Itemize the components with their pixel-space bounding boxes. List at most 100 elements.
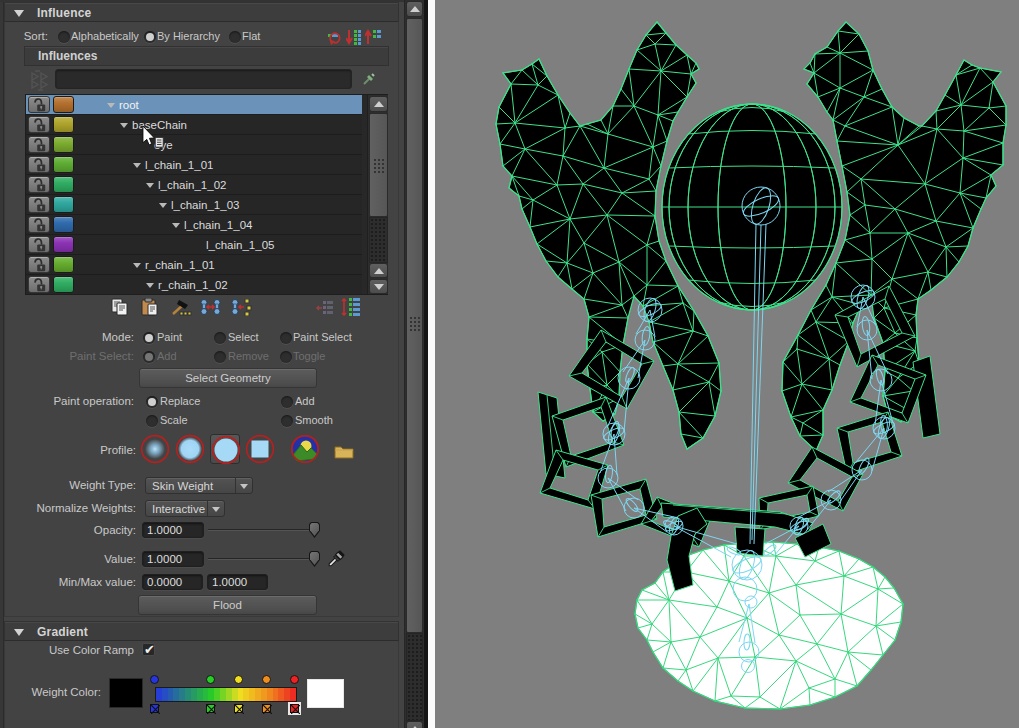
influence-lock-button[interactable] bbox=[28, 96, 50, 113]
browse-brush-folder-icon[interactable] bbox=[334, 443, 354, 459]
mode-radio-1[interactable] bbox=[214, 332, 226, 344]
mode-radio-0[interactable] bbox=[143, 332, 155, 344]
influence-lock-button[interactable] bbox=[28, 156, 50, 173]
panel-scroll-bottom-button[interactable] bbox=[406, 721, 423, 728]
influence-color-swatch[interactable] bbox=[53, 136, 74, 153]
ramp-stop-delete-1[interactable] bbox=[206, 704, 215, 713]
influence-row-r_chain_1_01[interactable]: r_chain_1_01 bbox=[26, 255, 362, 275]
sort-radio-2[interactable] bbox=[229, 31, 241, 43]
panel-scroll-up-button[interactable] bbox=[406, 1, 423, 17]
selected-ramp-color-swatch[interactable] bbox=[307, 679, 344, 708]
expand-arrow-icon[interactable] bbox=[172, 223, 180, 228]
paste-weights-icon[interactable] bbox=[141, 298, 158, 316]
color-ramp-bar[interactable] bbox=[155, 687, 297, 702]
ramp-stop-delete-3[interactable] bbox=[262, 704, 271, 713]
ramp-stop-delete-2[interactable] bbox=[234, 704, 243, 713]
panel-scroll-thumb[interactable] bbox=[406, 18, 423, 633]
opacity-field[interactable] bbox=[142, 522, 204, 538]
influence-section-header[interactable]: Influence bbox=[4, 2, 399, 22]
influence-filter-icon[interactable] bbox=[30, 69, 48, 91]
influence-lock-button[interactable] bbox=[28, 216, 50, 233]
value-slider[interactable] bbox=[208, 551, 320, 567]
influence-lock-button[interactable] bbox=[28, 136, 50, 153]
brush-soft-button[interactable] bbox=[175, 434, 205, 464]
influence-row-l_chain_1_04[interactable]: l_chain_1_04 bbox=[26, 215, 362, 235]
brush-solid-button[interactable] bbox=[210, 434, 240, 464]
ramp-stop-delete-4[interactable] bbox=[290, 704, 299, 713]
influence-row-l_chain_1_01[interactable]: l_chain_1_01 bbox=[26, 155, 362, 175]
sort-influences-down-icon[interactable] bbox=[346, 29, 361, 45]
brush-gaussian-button[interactable] bbox=[140, 434, 170, 464]
list-scroll-down-button[interactable] bbox=[369, 279, 388, 294]
pop-radio-1[interactable] bbox=[281, 396, 293, 408]
move-weights-icon[interactable] bbox=[200, 299, 221, 315]
expand-arrow-icon[interactable] bbox=[107, 103, 115, 108]
influence-list[interactable]: rootbaseChaineyel_chain_1_01l_chain_1_02… bbox=[25, 94, 388, 295]
expand-arrow-icon[interactable] bbox=[133, 263, 141, 268]
influence-lock-button[interactable] bbox=[28, 116, 50, 133]
influence-row-l_chain_1_05[interactable]: l_chain_1_05 bbox=[26, 235, 362, 255]
eyedropper-icon[interactable] bbox=[328, 549, 346, 567]
influence-filter-input[interactable] bbox=[55, 69, 352, 89]
influence-row-baseChain[interactable]: baseChain bbox=[26, 115, 362, 135]
panel-scroll-track[interactable] bbox=[406, 633, 423, 721]
expand-influence-list-icon[interactable] bbox=[341, 298, 360, 316]
max-value-field[interactable] bbox=[207, 574, 268, 590]
ramp-stop-handle-1[interactable] bbox=[206, 675, 215, 684]
influence-color-swatch[interactable] bbox=[53, 96, 74, 113]
swap-weights-icon[interactable] bbox=[230, 299, 252, 316]
pop-radio-2[interactable] bbox=[146, 415, 158, 427]
ramp-stop-handle-4[interactable] bbox=[290, 675, 299, 684]
list-scroll-up-button-2[interactable] bbox=[369, 263, 388, 278]
flood-button[interactable]: Flood bbox=[138, 595, 317, 615]
value-field[interactable] bbox=[142, 551, 204, 567]
influence-lock-button[interactable] bbox=[28, 236, 50, 253]
influence-color-swatch[interactable] bbox=[53, 116, 74, 133]
expand-arrow-icon[interactable] bbox=[133, 163, 141, 168]
expand-arrow-icon[interactable] bbox=[146, 183, 154, 188]
psel-radio-1[interactable] bbox=[214, 351, 226, 363]
influence-row-r_chain_1_02[interactable]: r_chain_1_02 bbox=[26, 275, 362, 295]
weight-type-dropdown[interactable]: Skin Weight bbox=[145, 477, 253, 494]
refresh-influence-list-icon[interactable] bbox=[328, 29, 342, 45]
ramp-stop-delete-0[interactable] bbox=[150, 704, 159, 713]
ramp-stop-handle-3[interactable] bbox=[262, 675, 271, 684]
ramp-stop-handle-0[interactable] bbox=[150, 675, 159, 684]
viewport-3d-panel[interactable] bbox=[435, 0, 1019, 728]
current-weight-color-swatch[interactable] bbox=[109, 678, 143, 708]
list-scroll-track[interactable] bbox=[369, 217, 388, 263]
list-scroll-thumb[interactable] bbox=[369, 113, 388, 217]
expand-arrow-icon[interactable] bbox=[146, 283, 154, 288]
prune-influences-icon[interactable] bbox=[316, 301, 334, 314]
use-color-ramp-checkbox[interactable]: ✔ bbox=[142, 643, 155, 656]
influence-lock-button[interactable] bbox=[28, 196, 50, 213]
expand-arrow-icon[interactable] bbox=[159, 203, 167, 208]
opacity-slider-handle[interactable] bbox=[309, 522, 320, 538]
normalize-weights-dropdown[interactable]: Interactive bbox=[145, 500, 225, 517]
gradient-section-header[interactable]: Gradient bbox=[4, 621, 399, 641]
ramp-stop-handle-2[interactable] bbox=[234, 675, 243, 684]
sort-influences-up-icon[interactable] bbox=[365, 29, 381, 45]
min-value-field[interactable] bbox=[142, 574, 203, 590]
influence-row-root[interactable]: root bbox=[26, 95, 362, 115]
influence-color-swatch[interactable] bbox=[53, 276, 74, 293]
mode-radio-2[interactable] bbox=[280, 332, 292, 344]
pop-radio-3[interactable] bbox=[281, 415, 293, 427]
influence-lock-button[interactable] bbox=[28, 176, 50, 193]
hammer-weights-icon[interactable] bbox=[171, 299, 192, 316]
influence-row-l_chain_1_02[interactable]: l_chain_1_02 bbox=[26, 175, 362, 195]
psel-radio-2[interactable] bbox=[280, 351, 292, 363]
normalize-weights-dropdown-arrow[interactable] bbox=[207, 501, 224, 516]
influence-list-scrollbar[interactable] bbox=[367, 95, 388, 295]
viewport-canvas[interactable] bbox=[435, 0, 1019, 728]
influence-color-swatch[interactable] bbox=[53, 156, 74, 173]
opacity-slider[interactable] bbox=[208, 522, 320, 538]
value-slider-handle[interactable] bbox=[309, 551, 320, 567]
brush-square-button[interactable] bbox=[245, 434, 275, 464]
weight-type-dropdown-arrow[interactable] bbox=[235, 478, 252, 493]
influence-row-eye[interactable]: eye bbox=[26, 135, 362, 155]
influence-color-swatch[interactable] bbox=[53, 176, 74, 193]
psel-radio-0[interactable] bbox=[143, 351, 155, 363]
copy-weights-icon[interactable] bbox=[111, 298, 128, 316]
pop-radio-0[interactable] bbox=[146, 396, 158, 408]
